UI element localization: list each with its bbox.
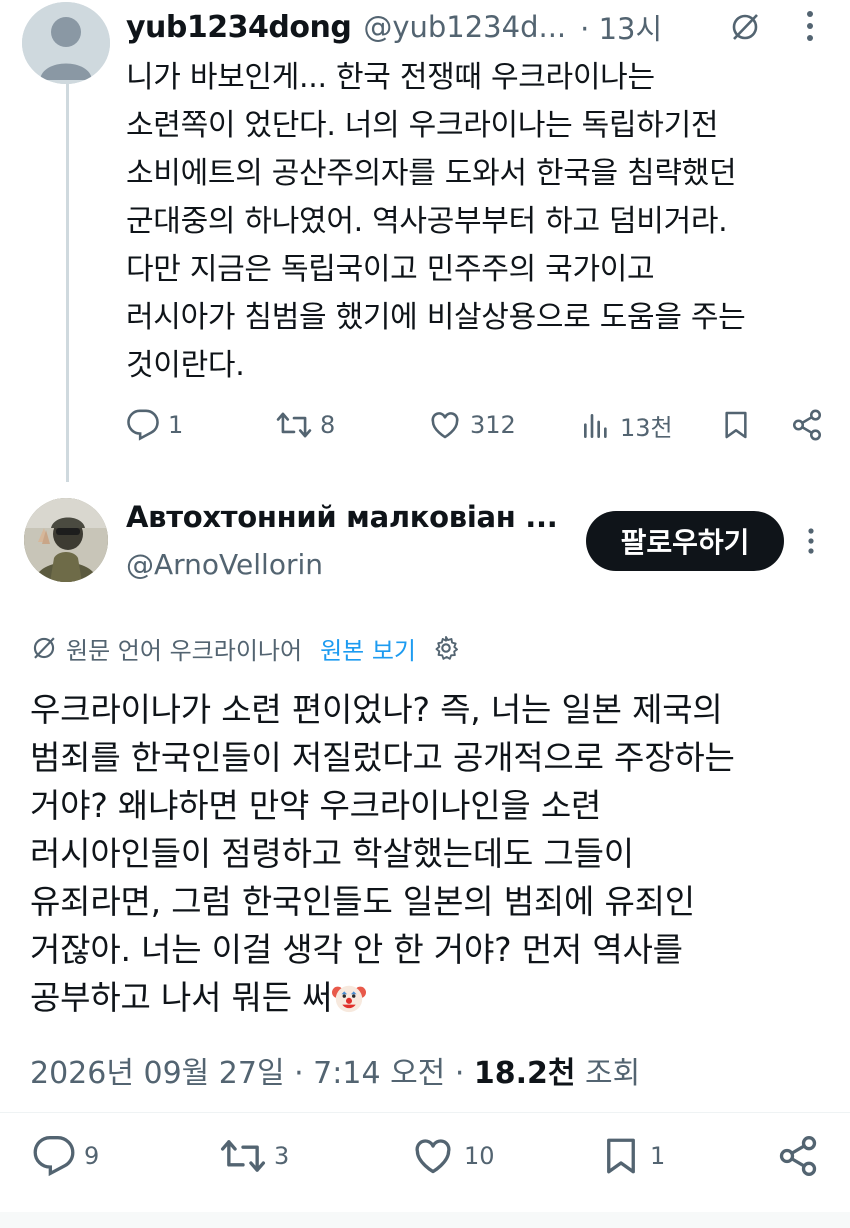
main-share-button[interactable] <box>776 1134 820 1178</box>
clown-emoji <box>332 985 367 1013</box>
like-count: 312 <box>470 411 516 439</box>
reply-icon <box>33 1136 75 1177</box>
main-author-avatar[interactable] <box>24 498 108 582</box>
share-icon <box>779 1136 817 1176</box>
gear-icon[interactable] <box>432 634 460 662</box>
like-icon <box>431 412 459 439</box>
reply-button[interactable]: 1 <box>126 408 183 442</box>
tweet-timestamp[interactable]: 2026년 09월 27일 · 7:14 오전 · <box>30 1056 474 1091</box>
retweet-icon <box>220 1140 266 1172</box>
views-total: 18.2천 <box>473 1056 576 1091</box>
retweet-button[interactable]: 8 <box>276 408 335 442</box>
main-reply-button[interactable]: 9 <box>32 1134 99 1178</box>
share-icon <box>792 409 822 441</box>
default-avatar-icon <box>22 2 110 84</box>
reply-header: yub1234dong @yub1234d... · 13시 <box>126 6 662 48</box>
views-label: 조회 <box>575 1056 641 1091</box>
main-bookmark-count: 1 <box>650 1142 666 1170</box>
main-bookmark-button[interactable]: 1 <box>600 1134 665 1178</box>
main-tweet-text: 우크라이나가 소련 편이었나? 즉, 너는 일본 제국의 범죄를 한국인들이 저… <box>30 690 735 1017</box>
main-action-bar: 9 3 10 1 <box>30 1130 830 1180</box>
main-author-name[interactable]: Автохтонний малковіан ... <box>126 500 558 534</box>
reply-avatar[interactable] <box>22 2 110 84</box>
share-button[interactable] <box>790 408 824 442</box>
more-icon[interactable] <box>796 6 824 50</box>
profile-photo <box>24 498 108 582</box>
views-count: 13천 <box>620 414 673 442</box>
tweet-timestamp-row: 2026년 09월 27일 · 7:14 오전 · 18.2천 조회 <box>30 1048 640 1092</box>
views-icon <box>584 413 607 438</box>
like-icon <box>415 1139 451 1174</box>
reply-handle[interactable]: @yub1234d... <box>363 10 566 44</box>
reply-time[interactable]: · 13시 <box>580 6 662 48</box>
main-retweet-button[interactable]: 3 <box>220 1134 289 1178</box>
reply-body-text: 니가 바보인게... 한국 전쟁때 우크라이나는 소련쪽이 었단다. 너의 우크… <box>126 60 746 383</box>
main-like-count: 10 <box>464 1142 495 1170</box>
view-original-link[interactable]: 원본 보기 <box>320 631 416 666</box>
main-retweet-count: 3 <box>274 1142 290 1170</box>
follow-button[interactable]: 팔로우하기 <box>586 511 784 571</box>
thread-connector-line <box>66 82 69 482</box>
translation-note: 원문 언어 우크라이나어 <box>66 636 303 665</box>
bookmark-icon <box>725 411 747 439</box>
reply-count: 1 <box>168 411 184 439</box>
like-button[interactable]: 312 <box>428 408 516 442</box>
translate-icon[interactable] <box>728 10 762 48</box>
main-more-icon[interactable] <box>806 527 816 559</box>
retweet-count: 8 <box>320 411 336 439</box>
main-author-handle[interactable]: @ArnoVellorin <box>126 548 323 581</box>
main-reply-count: 9 <box>84 1142 100 1170</box>
translate-icon <box>33 637 55 659</box>
retweet-icon <box>276 412 312 438</box>
reply-icon <box>127 409 159 441</box>
main-like-button[interactable]: 10 <box>410 1134 495 1178</box>
divider <box>0 1112 850 1113</box>
views-button[interactable]: 13천 <box>580 408 673 443</box>
main-tweet-body: 우크라이나가 소련 편이었나? 즉, 너는 일본 제국의 범죄를 한국인들이 저… <box>30 686 830 1022</box>
reply-display-name[interactable]: yub1234dong <box>126 10 352 45</box>
reply-action-bar: 1 8 312 13천 <box>126 400 826 450</box>
translation-bar: 원문 언어 우크라이나어 원본 보기 <box>30 630 460 666</box>
bookmark-icon <box>607 1138 635 1174</box>
bookmark-button[interactable] <box>720 408 752 442</box>
bottom-separator <box>0 1212 850 1228</box>
